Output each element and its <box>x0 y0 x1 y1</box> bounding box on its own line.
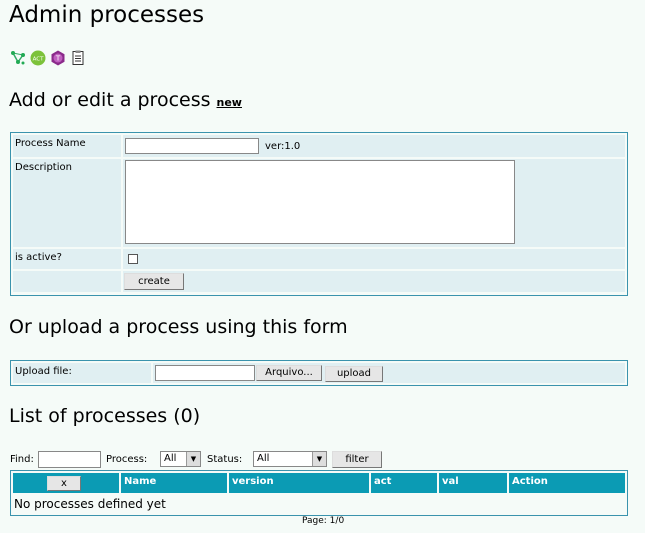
status-filter-value: All <box>257 453 270 464</box>
edit-process-form: Process Name ver:1.0 Description is acti… <box>10 132 628 296</box>
empty-table-message: No processes defined yet <box>14 497 166 511</box>
find-label: Find: <box>10 454 34 465</box>
create-button[interactable]: create <box>124 273 184 290</box>
upload-button[interactable]: upload <box>325 366 383 382</box>
edit-heading: Add or edit a process new <box>9 89 242 111</box>
templates-icon-label: T <box>55 55 61 63</box>
chevron-down-icon: ▼ <box>312 452 326 466</box>
table-header: x Name version act val Action <box>13 473 625 493</box>
edit-heading-text: Add or edit a process <box>9 89 211 111</box>
form-row-active: is active? <box>13 249 625 269</box>
form-row-create: create <box>13 271 625 292</box>
pagination-text: Page: 1/0 <box>302 516 345 526</box>
instances-icon[interactable] <box>70 50 86 66</box>
activities-icon-label: ACT <box>33 57 45 63</box>
column-name[interactable]: Name <box>121 473 227 493</box>
description-label: Description <box>15 162 72 173</box>
column-val[interactable]: val <box>439 473 507 493</box>
upload-heading: Or upload a process using this form <box>9 316 348 338</box>
active-label: is active? <box>15 252 62 263</box>
upload-file-input[interactable] <box>155 365 255 381</box>
process-graph-icon[interactable] <box>10 50 26 66</box>
version-text: ver:1.0 <box>265 141 301 152</box>
toolbar: ACT T <box>10 50 86 66</box>
page-title: Admin processes <box>9 2 205 28</box>
find-input[interactable] <box>38 451 101 468</box>
column-action: Action <box>509 473 625 493</box>
new-process-link[interactable]: new <box>217 96 242 109</box>
activities-icon[interactable]: ACT <box>30 50 46 66</box>
filter-button[interactable]: filter <box>332 451 382 468</box>
process-filter-label: Process: <box>106 454 148 465</box>
process-filter-value: All <box>164 453 177 464</box>
form-row-name: Process Name ver:1.0 <box>13 135 625 157</box>
column-version[interactable]: version <box>229 473 369 493</box>
status-filter-label: Status: <box>207 454 243 465</box>
process-name-label: Process Name <box>15 138 86 149</box>
active-checkbox[interactable] <box>128 254 138 264</box>
form-row-description: Description <box>13 159 625 247</box>
templates-icon[interactable]: T <box>50 50 66 66</box>
process-name-input[interactable] <box>125 138 259 154</box>
column-act[interactable]: act <box>371 473 437 493</box>
browse-button[interactable]: Arquivo... <box>256 365 322 381</box>
process-filter-select[interactable]: All ▼ <box>160 451 201 467</box>
process-table: x Name version act val Action No process… <box>10 470 628 516</box>
upload-form: Upload file: Arquivo... upload <box>10 360 628 386</box>
status-filter-select[interactable]: All ▼ <box>253 451 327 467</box>
upload-file-label: Upload file: <box>15 366 72 377</box>
list-heading: List of processes (0) <box>9 405 201 427</box>
chevron-down-icon: ▼ <box>186 452 200 466</box>
select-all-button[interactable]: x <box>47 476 81 491</box>
table-row: No processes defined yet <box>13 495 625 513</box>
description-textarea[interactable] <box>125 160 515 244</box>
